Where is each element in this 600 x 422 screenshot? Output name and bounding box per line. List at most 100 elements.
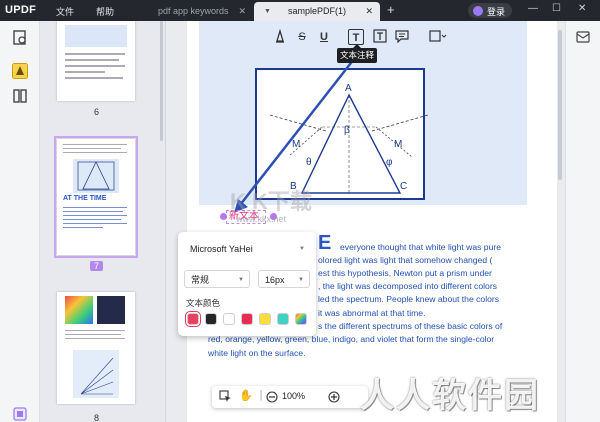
font-family-select[interactable]: Microsoft YaHei ▼ — [184, 240, 310, 258]
avatar — [473, 6, 483, 16]
thumbnail-figure — [73, 350, 119, 398]
hand-tool-icon[interactable]: ✋ — [238, 389, 254, 402]
chevron-down-icon[interactable]: ▼ — [264, 2, 271, 21]
thumbnail-line — [63, 223, 127, 224]
thumbnail-line — [65, 53, 125, 55]
right-tool-rail — [565, 21, 600, 422]
text-line: led the spectrum. People knew about the … — [318, 294, 500, 304]
zoom-toolbar: ✋ | 100% — [212, 386, 368, 408]
resize-handle[interactable] — [220, 213, 227, 220]
font-size-value: 16px — [265, 275, 285, 285]
app-logo-text: UPDF — [5, 4, 37, 16]
page-number-8: 8 — [94, 413, 100, 422]
page-heading-fragment: E — [318, 232, 332, 254]
thumbnail-figure — [65, 25, 127, 47]
chevron-down-icon: ▼ — [298, 277, 304, 283]
login-label: 登录 — [487, 7, 506, 17]
close-window-button[interactable]: ✕ — [578, 3, 586, 14]
font-size-select[interactable]: 16px ▼ — [258, 270, 310, 288]
shape-icon[interactable] — [428, 29, 448, 45]
color-swatch[interactable] — [223, 313, 235, 325]
font-family-value: Microsoft YaHei — [190, 244, 253, 254]
login-button[interactable]: 登录 — [468, 3, 512, 18]
thumbnail-line — [65, 71, 105, 73]
text-comment-icon[interactable]: T — [348, 29, 364, 45]
close-icon[interactable]: ✕ — [365, 2, 373, 21]
page-number-7: 7 — [90, 261, 104, 271]
thumbnail-heading: AT THE TIME — [63, 195, 107, 202]
left-tool-rail — [0, 21, 40, 422]
highlighter-icon[interactable] — [12, 63, 28, 79]
thumbnail-line — [65, 77, 123, 79]
organize-pages-icon[interactable] — [12, 88, 28, 104]
thumbnail-line — [65, 65, 125, 67]
zoom-out-icon[interactable] — [264, 391, 280, 403]
color-swatch[interactable] — [277, 313, 289, 325]
select-tool-icon[interactable] — [218, 390, 234, 404]
text-line: everyone thought that white light was pu… — [340, 242, 501, 252]
pen-icon[interactable] — [272, 28, 288, 45]
font-style-select[interactable]: 常规 ▼ — [184, 270, 250, 288]
thumbnail-line — [63, 215, 127, 216]
new-tab-button[interactable]: + — [387, 2, 395, 17]
chevron-down-icon: ▼ — [238, 277, 244, 283]
tab-pdf-app-keywords[interactable]: pdf app keywords ✕ — [140, 2, 252, 21]
menu-help[interactable]: 帮助 — [96, 5, 114, 18]
thumbnail-line — [63, 211, 123, 212]
text-properties-panel: Microsoft YaHei ▼ 常规 ▼ 16px ▼ 文本颜色 — [178, 232, 316, 336]
app-logo: UPDF — [5, 4, 36, 16]
tab-sample-pdf[interactable]: ▼ samplePDF(1) ✕ — [254, 2, 380, 21]
thumbnail-image — [65, 296, 93, 324]
text-line: s the different spectrums of these basic… — [318, 321, 503, 331]
zoom-in-icon[interactable] — [326, 391, 342, 403]
thumbnail-page-8[interactable] — [57, 292, 135, 404]
color-swatch[interactable] — [259, 313, 271, 325]
thumbnail-diagram — [80, 357, 114, 395]
strikethrough-icon[interactable]: S — [294, 29, 310, 45]
maximize-button[interactable]: ☐ — [552, 3, 561, 14]
text-color-label: 文本颜色 — [186, 298, 221, 308]
underline-icon[interactable]: U — [316, 29, 332, 45]
color-swatch[interactable] — [295, 313, 307, 325]
color-swatch[interactable] — [241, 313, 253, 325]
textbox-icon[interactable] — [372, 29, 388, 45]
font-style-value: 常规 — [191, 275, 210, 285]
thumbnail-line — [65, 330, 125, 331]
message-icon[interactable] — [576, 30, 590, 44]
comment-icon[interactable] — [394, 29, 410, 45]
label-phi: φ — [386, 157, 393, 168]
thumbnail-line — [63, 152, 127, 153]
text-line: est this hypothesis, Newton put a prism … — [318, 268, 492, 278]
layers-icon[interactable] — [13, 407, 27, 421]
chevron-down-icon: ▼ — [299, 246, 305, 252]
label-m-right: M — [394, 139, 402, 150]
label-c: C — [400, 181, 407, 192]
menu-file[interactable]: 文件 — [56, 5, 74, 18]
thumbnail-line — [65, 338, 125, 339]
text-line: it was abnormal at that time. — [318, 308, 426, 318]
color-swatch[interactable] — [205, 313, 217, 325]
thumbnail-image — [97, 296, 125, 324]
watermark-main: 人人软件园 — [360, 377, 540, 415]
zoom-level[interactable]: 100% — [282, 391, 305, 401]
page-number-6: 6 — [94, 107, 100, 117]
page-thumbnail-icon[interactable] — [12, 30, 28, 46]
minimize-button[interactable]: — — [528, 3, 538, 14]
watermark-small: www.kkx.net — [236, 214, 287, 224]
tab-label: pdf app keywords — [158, 6, 229, 16]
thumbnail-diagram — [77, 161, 115, 191]
thumbnail-line — [63, 144, 127, 145]
thumbnail-page-6[interactable] — [57, 21, 135, 101]
text-line: , the light was decomposed into differen… — [318, 281, 497, 291]
thumbnail-scrollbar[interactable] — [160, 21, 163, 141]
title-bar: UPDF 文件 帮助 pdf app keywords ✕ ▼ samplePD… — [0, 0, 600, 21]
text-line: olored light was light that somehow chan… — [318, 255, 493, 265]
tab-label: samplePDF(1) — [287, 6, 346, 16]
text-line: white light on the surface. — [208, 348, 306, 358]
color-swatch[interactable] — [184, 310, 202, 328]
tooltip: 文本注释 — [337, 44, 377, 63]
thumbnail-page-7[interactable]: AT THE TIME — [54, 136, 138, 258]
thumbnail-line — [63, 207, 127, 208]
close-icon[interactable]: ✕ — [238, 2, 246, 21]
document-scrollbar[interactable] — [558, 30, 562, 180]
